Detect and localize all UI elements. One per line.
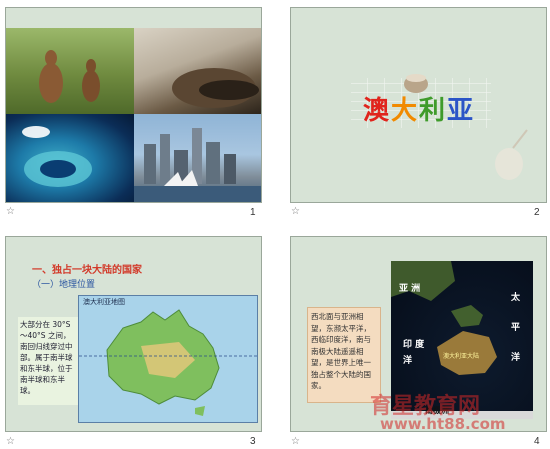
map-label-pacific: 太 平 洋 — [511, 293, 521, 363]
slide-number: 1 — [250, 207, 256, 218]
map-label-indian-ocean: 印 度 洋 — [403, 340, 425, 366]
platypus-illustration — [172, 68, 259, 108]
map-label-australia: 澳大利亚大陆 — [443, 353, 480, 360]
title-char: 亚 — [447, 96, 476, 126]
reef-illustration — [22, 126, 92, 187]
slide-star-icon[interactable]: ☆ — [6, 436, 15, 447]
watermark-url: www.ht88.com — [380, 415, 506, 433]
australia-map: 澳大利亚地图 — [78, 295, 258, 423]
slide-star-icon[interactable]: ☆ — [291, 206, 300, 217]
section-heading: 一、独占一块大陆的国家 — [32, 265, 142, 276]
subsection-heading: （一）地理位置 — [32, 280, 96, 290]
slide-thumbnail-3[interactable]: 一、独占一块大陆的国家 （一）地理位置 大部分在 30°S～40°S 之间，南回… — [5, 236, 262, 432]
violin-icon — [495, 129, 528, 180]
reef-island-photo — [6, 114, 134, 202]
map-title: 澳大利亚地图 — [83, 298, 125, 306]
title-char: 大 — [391, 96, 420, 126]
slide-star-icon[interactable]: ☆ — [6, 206, 15, 217]
title-char: 澳 — [363, 96, 392, 126]
slide-thumbnail-1[interactable] — [5, 7, 262, 203]
platypus-photo — [134, 28, 261, 114]
slide-number: 2 — [534, 207, 540, 218]
kangaroo-illustration — [39, 50, 100, 103]
slide-star-icon[interactable]: ☆ — [291, 436, 300, 447]
map-label-asia: 亚 洲 — [399, 284, 421, 294]
australia-outline — [79, 309, 257, 416]
slide-number: 3 — [250, 436, 256, 447]
slide-title: 澳大利亚 — [363, 90, 475, 127]
kangaroo-photo — [6, 28, 134, 114]
location-text: 大部分在 30°S～40°S 之间，南回归线穿过中部。属于南半球和东半球，位于南… — [18, 317, 78, 405]
skyline-illustration — [134, 128, 261, 202]
sydney-skyline-photo — [134, 114, 261, 202]
slide-thumbnail-2[interactable]: 澳大利亚 — [290, 7, 547, 203]
slide-number: 4 — [534, 436, 540, 447]
title-char: 利 — [419, 96, 448, 126]
